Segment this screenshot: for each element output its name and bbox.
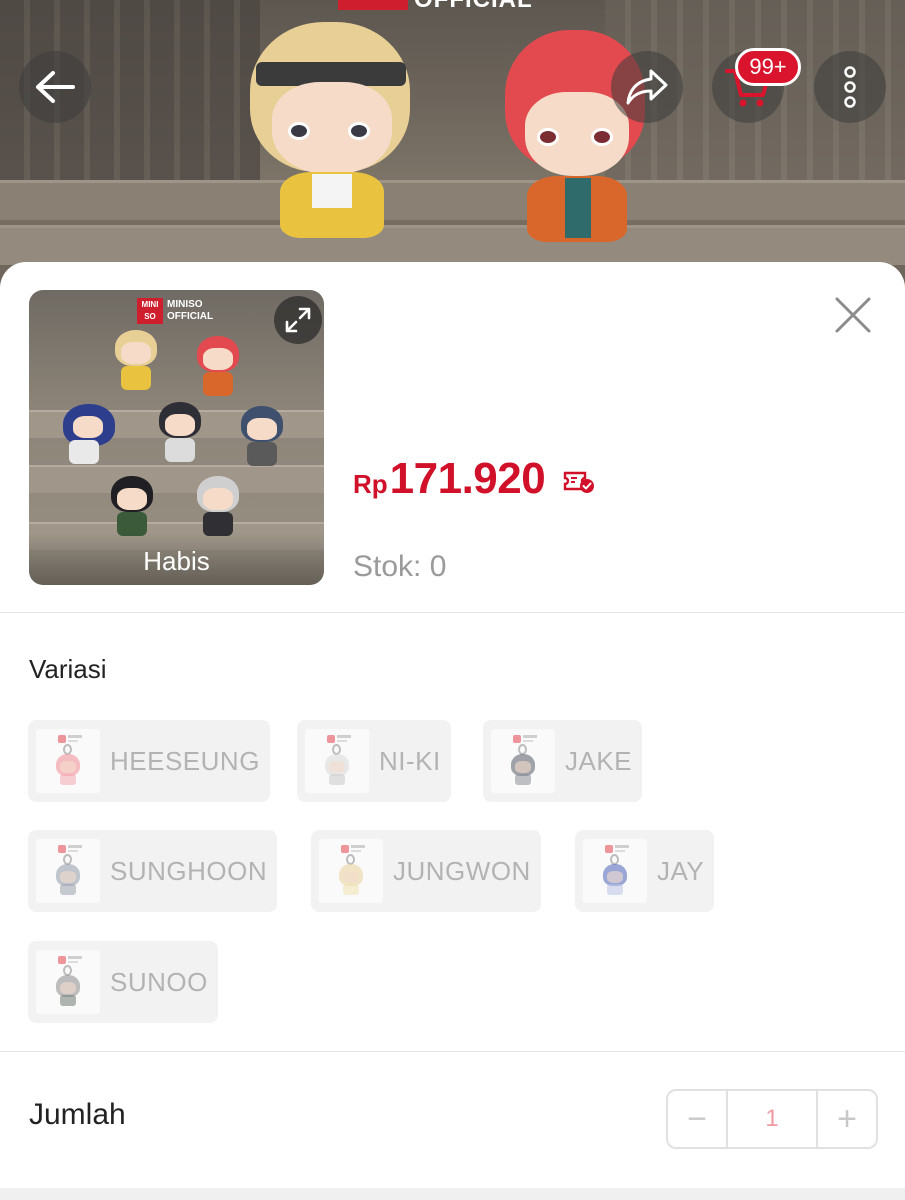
quantity-label: Jumlah (29, 1098, 126, 1131)
more-vertical-icon (844, 66, 856, 108)
thumb-doll (113, 330, 159, 392)
close-button[interactable] (830, 292, 876, 338)
variation-thumbnail (305, 729, 369, 793)
variation-thumbnail (36, 839, 100, 903)
variation-thumbnail (319, 839, 383, 903)
expand-icon (285, 307, 311, 333)
variation-thumbnail (583, 839, 647, 903)
bottom-bar-edge (0, 1188, 905, 1200)
variation-option-sunoo[interactable]: SUNOO (28, 941, 218, 1023)
hero-doll-left (250, 22, 420, 242)
decrease-quantity-button[interactable]: − (668, 1091, 726, 1147)
hero-stair-step (0, 180, 905, 220)
voucher-check-icon (563, 469, 595, 495)
variation-label: SUNGHOON (110, 855, 268, 886)
back-button[interactable] (19, 51, 91, 123)
variation-bottom-sheet: MINI SO MINISO OFFICIAL Habis Rp 171.920 (0, 262, 905, 1200)
variation-label: JAKE (565, 745, 633, 776)
miniso-logo-box: MINI SO (137, 298, 163, 324)
share-icon (626, 69, 668, 105)
hero-brand-logo: OFFICIAL (338, 0, 568, 13)
hero-stair-step (0, 225, 905, 265)
back-arrow-icon (36, 71, 75, 103)
variation-option-jay[interactable]: JAY (575, 830, 715, 912)
minus-icon: − (687, 1099, 707, 1138)
quantity-stepper: − 1 + (666, 1089, 878, 1149)
thumb-doll (239, 406, 285, 468)
close-icon (835, 297, 871, 333)
variation-option-ni-ki[interactable]: NI-KI (297, 720, 451, 802)
variation-option-heeseung[interactable]: HEESEUNG (28, 720, 270, 802)
more-options-button[interactable] (814, 51, 886, 123)
sold-out-overlay: Habis (29, 532, 324, 585)
quantity-input[interactable]: 1 (726, 1091, 818, 1147)
thumb-doll (109, 476, 155, 538)
share-button[interactable] (611, 51, 683, 123)
cart-count-badge: 99+ (735, 48, 801, 86)
thumb-doll (195, 336, 241, 398)
variation-option-jungwon[interactable]: JUNGWON (311, 830, 541, 912)
variation-label: JUNGWON (393, 855, 531, 886)
divider (0, 612, 905, 613)
hero-product-photo: OFFICIAL (0, 0, 905, 300)
variation-title: Variasi (29, 654, 107, 684)
variation-label: NI-KI (379, 745, 441, 776)
variation-thumbnail (36, 729, 100, 793)
thumb-doll (157, 402, 203, 464)
thumb-doll (61, 404, 117, 470)
product-price: Rp 171.920 (353, 454, 546, 504)
plus-icon: + (837, 1099, 857, 1138)
variation-label: SUNOO (110, 966, 208, 997)
price-currency: Rp (353, 469, 388, 499)
miniso-logo-line2: OFFICIAL (167, 311, 214, 322)
variation-option-sunghoon[interactable]: SUNGHOON (28, 830, 278, 912)
miniso-logo-line1: MINISO (167, 299, 203, 310)
price-amount: 171.920 (389, 454, 546, 503)
variation-label: HEESEUNG (110, 745, 260, 776)
divider (0, 1051, 905, 1052)
variation-label: JAY (657, 855, 705, 886)
thumb-doll (195, 476, 241, 538)
increase-quantity-button[interactable]: + (818, 1091, 876, 1147)
variation-thumbnail (36, 950, 100, 1014)
miniso-logo: MINI SO MINISO OFFICIAL (137, 298, 213, 324)
expand-image-button[interactable] (274, 296, 322, 344)
hero-brand-text: OFFICIAL (414, 0, 533, 14)
stock-count: Stok: 0 (353, 550, 447, 583)
variation-thumbnail (491, 729, 555, 793)
variation-option-jake[interactable]: JAKE (483, 720, 643, 802)
